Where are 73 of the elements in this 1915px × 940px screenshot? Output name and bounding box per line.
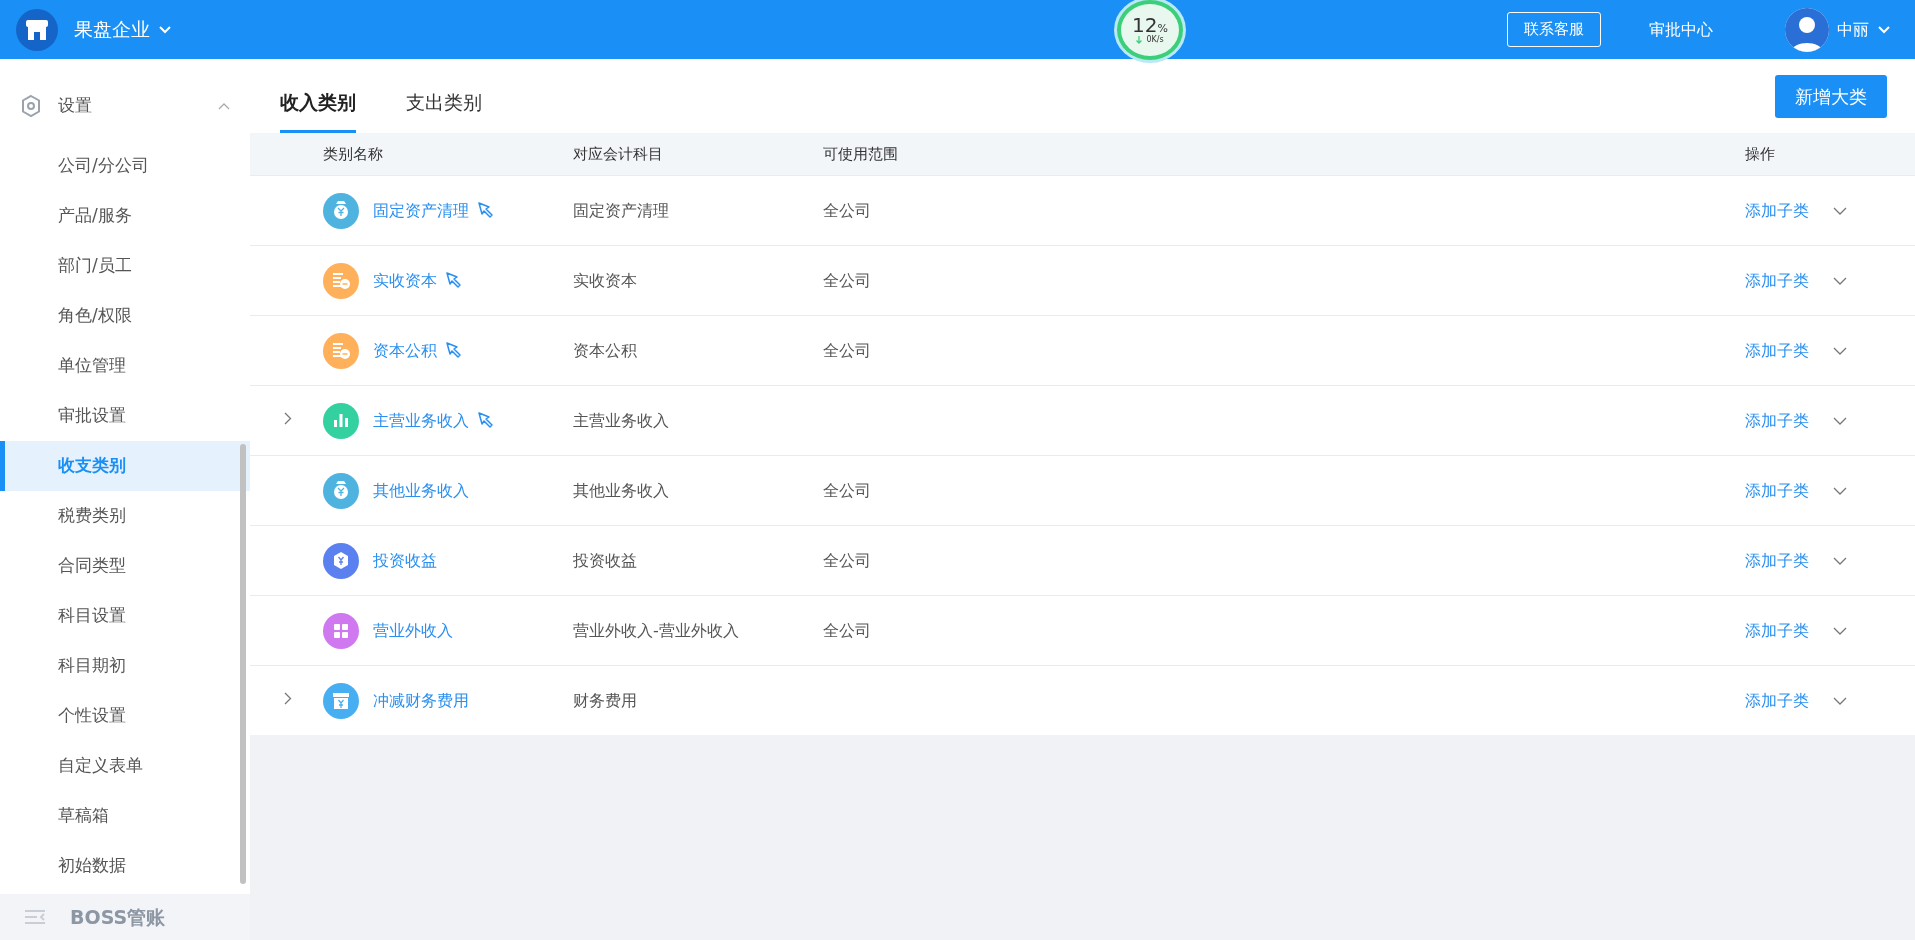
sidebar-item[interactable]: 自定义表单 [0, 741, 250, 791]
column-header: 类别名称 [323, 144, 383, 163]
table-cell: 全公司 [823, 340, 871, 360]
table-cell: 固定资产清理 [573, 200, 669, 220]
sidebar-item[interactable]: 角色/权限 [0, 291, 250, 341]
table-cell: 全公司 [823, 550, 871, 570]
add-subcategory-link[interactable]: 添加子类 [1745, 478, 1809, 503]
sidebar-item[interactable]: 部门/员工 [0, 241, 250, 291]
category-link[interactable]: 其他业务收入 [373, 478, 469, 503]
avatar-icon [1785, 7, 1829, 52]
user-dropdown[interactable]: 中丽 [1837, 17, 1891, 42]
chevron-down-icon[interactable] [1833, 486, 1847, 495]
sidebar-item[interactable]: 合同类型 [0, 541, 250, 591]
add-subcategory-link[interactable]: 添加子类 [1745, 338, 1809, 363]
category-link[interactable]: 投资收益 [373, 548, 437, 573]
table-cell: 全公司 [823, 200, 871, 220]
sidebar-item[interactable]: 个性设置 [0, 691, 250, 741]
column-header: 可使用范围 [823, 144, 898, 163]
add-subcategory-link[interactable]: 添加子类 [1745, 408, 1809, 433]
chevron-down-icon[interactable] [1833, 276, 1847, 285]
sidebar-item[interactable]: 税费类别 [0, 491, 250, 541]
sidebar-item[interactable]: 收支类别 [0, 441, 250, 491]
table-cell: 全公司 [823, 480, 871, 500]
table-cell: 其他业务收入 [573, 480, 669, 500]
category-link[interactable]: 主营业务收入 [373, 408, 469, 433]
table-cell: 主营业务收入 [573, 410, 669, 430]
category-link[interactable]: 资本公积 [373, 338, 437, 363]
chevron-down-icon[interactable] [1833, 416, 1847, 425]
category-link[interactable]: 冲减财务费用 [373, 688, 469, 713]
chevron-down-icon[interactable] [1833, 626, 1847, 635]
add-subcategory-link[interactable]: 添加子类 [1745, 198, 1809, 223]
table-cell: 营业外收入-营业外收入 [573, 620, 739, 640]
down-arrow-icon [1136, 36, 1143, 44]
sidebar-item[interactable]: 草稿箱 [0, 791, 250, 841]
table-cell: 全公司 [823, 620, 871, 640]
sidebar-item[interactable]: 单位管理 [0, 341, 250, 391]
chevron-down-icon[interactable] [1833, 206, 1847, 215]
caret-icon [1877, 24, 1891, 35]
percent-unit: % [1157, 22, 1168, 36]
table-cell: 资本公积 [573, 340, 637, 360]
add-subcategory-link[interactable]: 添加子类 [1745, 548, 1809, 573]
add-subcategory-link[interactable]: 添加子类 [1745, 688, 1809, 713]
footer-title: BOSS管账 [70, 904, 166, 930]
column-header: 对应会计科目 [573, 144, 663, 163]
category-link[interactable]: 营业外收入 [373, 618, 453, 643]
add-subcategory-link[interactable]: 添加子类 [1745, 618, 1809, 643]
table-cell: 实收资本 [573, 270, 637, 290]
chevron-down-icon[interactable] [1833, 696, 1847, 705]
sidebar-item[interactable]: 公司/分公司 [0, 141, 250, 191]
tab[interactable]: 支出类别 [406, 67, 482, 133]
category-link[interactable]: 实收资本 [373, 268, 437, 293]
approval-link[interactable]: 审批中心 [1649, 17, 1713, 42]
sidebar-item[interactable]: 科目期初 [0, 641, 250, 691]
settings-group[interactable]: 设置 [0, 71, 250, 141]
sidebar-item[interactable]: 产品/服务 [0, 191, 250, 241]
settings-icon [20, 94, 42, 118]
sidebar-item[interactable]: 初始数据 [0, 841, 250, 891]
chevron-down-icon[interactable] [1833, 346, 1847, 355]
chevron-down-icon[interactable] [1833, 556, 1847, 565]
table-cell: 投资收益 [573, 550, 637, 570]
support-button[interactable]: 联系客服 [1507, 12, 1601, 47]
add-subcategory-link[interactable]: 添加子类 [1745, 268, 1809, 293]
column-header: 操作 [1745, 144, 1775, 163]
sidebar-item[interactable]: 审批设置 [0, 391, 250, 441]
company-dropdown[interactable]: 果盘企业 [74, 15, 172, 44]
sidebar-item[interactable]: 科目设置 [0, 591, 250, 641]
table-cell: 全公司 [823, 270, 871, 290]
caret-icon [158, 24, 172, 35]
add-category-button[interactable]: 新增大类 [1775, 74, 1887, 118]
store-icon [16, 8, 58, 51]
category-link[interactable]: 固定资产清理 [373, 198, 469, 223]
scrollbar[interactable] [240, 444, 246, 884]
table-cell: 财务费用 [573, 690, 637, 710]
